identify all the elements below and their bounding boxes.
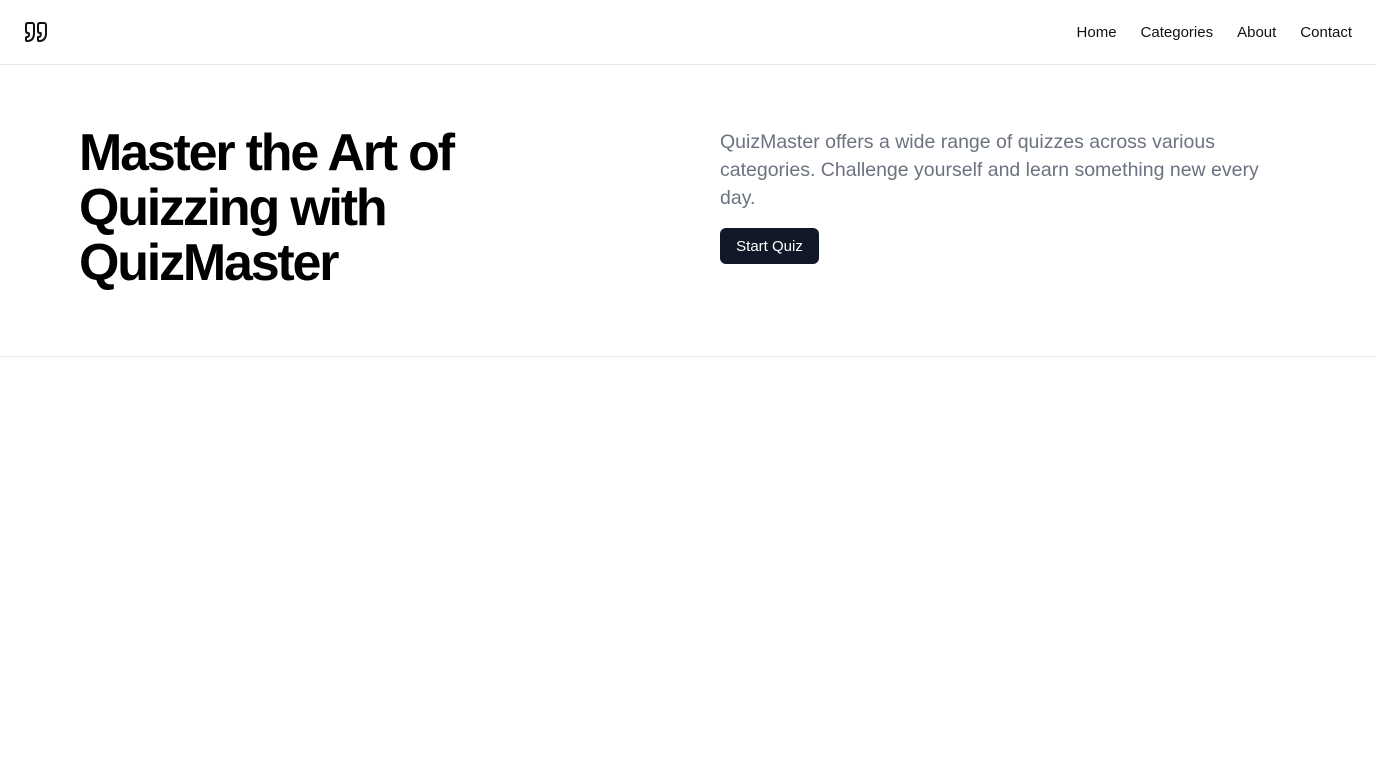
hero-content: QuizMaster offers a wide range of quizze… [720, 128, 1290, 264]
hero-description: QuizMaster offers a wide range of quizze… [720, 131, 1259, 209]
nav-link-contact[interactable]: Contact [1300, 24, 1352, 41]
start-quiz-button[interactable]: Start Quiz [720, 228, 819, 264]
quote-icon[interactable] [24, 20, 48, 44]
nav-link-categories[interactable]: Categories [1141, 24, 1214, 41]
main-nav: Home Categories About Contact [1077, 0, 1352, 64]
nav-link-about[interactable]: About [1237, 24, 1276, 41]
hero-title: Master the Art of Quizzing with QuizMast… [79, 124, 455, 292]
site-header: Home Categories About Contact [0, 0, 1376, 65]
nav-link-home[interactable]: Home [1077, 24, 1117, 41]
